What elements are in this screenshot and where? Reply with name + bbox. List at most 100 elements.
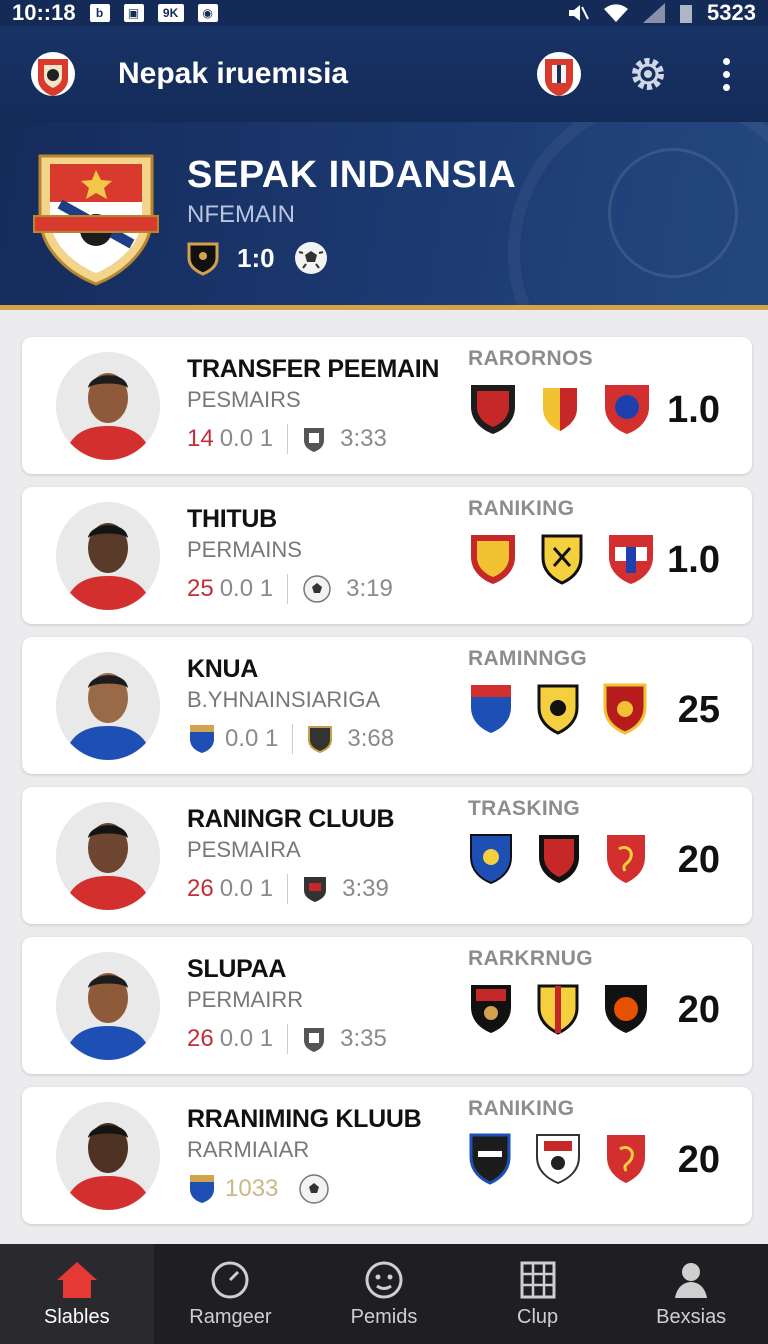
club-crest-icon: [605, 985, 647, 1033]
stat-value: 1033: [225, 1175, 279, 1202]
status-time: 10::18: [12, 0, 76, 25]
ranking-label: RANIKING: [468, 497, 575, 520]
divider: [287, 424, 289, 454]
nav-label: Pemids: [350, 1305, 418, 1328]
player-avatar: [56, 502, 160, 610]
hero-banner: SEPAK INDANSIA NFEMAIN 1:0: [0, 122, 768, 310]
soccer-ball-icon: [299, 1174, 330, 1204]
match-time: 3:35: [340, 1025, 387, 1052]
shield-badge-icon: [187, 242, 219, 276]
signal-icon: [643, 3, 666, 23]
status-bar: 10::18 b ▣ 9K ◉ 5323: [0, 0, 768, 26]
app-bar: Nepak iruemısia: [0, 26, 768, 122]
divider: [287, 1024, 289, 1054]
hero-subtitle: NFEMAIN: [187, 201, 295, 228]
ranking-label: TRASKING: [468, 797, 581, 820]
club-crest-icon: [536, 1134, 580, 1185]
player-position: RARMIAIAR: [187, 1137, 310, 1162]
stat-number: 26: [187, 1025, 214, 1052]
player-name: KNUA: [187, 655, 259, 683]
player-avatar: [56, 952, 160, 1060]
player-name: THITUB: [187, 505, 277, 533]
player-card[interactable]: THITUB PERMAINS 25 0.0 1 3:19 RANIKING 1…: [22, 487, 752, 624]
club-badge-small-icon: [190, 1175, 214, 1203]
smiley-icon: [365, 1261, 403, 1298]
nav-label: Clup: [517, 1305, 559, 1328]
app-title: Nepak iruemısia: [118, 57, 349, 90]
player-avatar: [56, 1102, 160, 1210]
battery-icon: [680, 5, 693, 23]
club-crest-icon: [537, 684, 579, 735]
divider: [287, 574, 289, 604]
player-card[interactable]: TRANSFER PEEMAIN PESMAIRS 14 0.0 1 3:33 …: [22, 337, 752, 474]
stat-number: 14: [187, 425, 214, 452]
divider: [287, 874, 289, 904]
player-position: PERMAIRR: [187, 987, 304, 1012]
stat-value: 0.0 1: [219, 425, 274, 452]
match-time: 3:33: [340, 425, 387, 452]
ranking-score: 20: [677, 989, 720, 1031]
camera-icon: ◉: [197, 4, 218, 22]
club-logo-icon[interactable]: [30, 49, 76, 99]
team-badge-icon[interactable]: [536, 49, 582, 99]
player-card[interactable]: SLUPAA PERMAIRR 26 0.0 1 3:35 RARKRNUG 2…: [22, 937, 752, 1074]
stat-number: 25: [187, 575, 214, 602]
image-icon: ▣: [123, 4, 144, 22]
ranking-list: TRANSFER PEEMAIN PESMAIRS 14 0.0 1 3:33 …: [22, 337, 752, 1237]
club-crest-icon: [469, 1133, 511, 1185]
mute-icon: [569, 5, 589, 21]
shield-small-icon: [304, 428, 325, 452]
club-crest-icon: [607, 835, 645, 883]
ranking-label: RARKRNUG: [468, 947, 593, 970]
player-card[interactable]: RANINGR CLUUB PESMAIRA 26 0.0 1 3:39 TRA…: [22, 787, 752, 924]
grid-icon: [520, 1261, 556, 1298]
divider: [292, 724, 294, 754]
shield-small-icon: [304, 1028, 325, 1052]
ranking-score: 20: [677, 839, 720, 881]
ranking-score: 1.0: [667, 539, 720, 581]
wifi-icon: [604, 4, 629, 22]
player-avatar: [56, 352, 160, 460]
status-value: 5323: [707, 0, 756, 25]
background-ball: [608, 148, 738, 278]
stat-number: 26: [187, 875, 214, 902]
soccer-ball-icon: [303, 575, 331, 603]
club-crest-icon: [541, 534, 583, 585]
nav-item-profile[interactable]: Bexsias: [614, 1244, 768, 1344]
club-crest-icon: [605, 385, 649, 434]
player-card[interactable]: RRANIMING KLUUB RARMIAIAR 1033 RANIKING …: [22, 1087, 752, 1224]
club-crest-icon: [543, 388, 577, 431]
9k-icon: 9K: [157, 4, 184, 22]
club-crest-icon: [471, 685, 511, 733]
player-name: RRANIMING KLUUB: [187, 1105, 422, 1133]
stat-value: 0.0 1: [225, 725, 279, 752]
player-name: RANINGR CLUUB: [187, 805, 395, 833]
hero-club-crest: [33, 154, 159, 286]
club-crest-icon: [539, 835, 579, 883]
player-card[interactable]: KNUA B.YHNAINSIARIGA 0.0 1 3:68 RAMINNGG…: [22, 637, 752, 774]
club-crest-icon: [537, 984, 579, 1035]
ranking-label: RAMINNGG: [468, 647, 588, 670]
match-time: 3:68: [347, 725, 395, 752]
stat-value: 0.0 1: [219, 575, 274, 602]
club-crest-icon: [603, 683, 647, 735]
nav-item-pemids[interactable]: Pemids: [307, 1244, 461, 1344]
nav-item-home[interactable]: Slables: [0, 1244, 154, 1344]
more-options-icon[interactable]: [714, 57, 738, 91]
shield-small-icon: [304, 877, 327, 902]
nav-item-range[interactable]: Ramgeer: [154, 1244, 308, 1344]
nav-item-club[interactable]: Clup: [461, 1244, 615, 1344]
ranking-label: RANIKING: [468, 1097, 575, 1120]
settings-gear-icon[interactable]: [628, 54, 668, 94]
club-crest-icon: [471, 385, 515, 434]
nav-label: Bexsias: [656, 1305, 727, 1328]
nav-label: Ramgeer: [189, 1305, 272, 1328]
b-icon: b: [89, 4, 110, 22]
match-time: 3:39: [342, 875, 389, 902]
ranking-score: 1.0: [667, 389, 720, 431]
soccer-ball-icon: [294, 242, 327, 274]
player-position: PERMAINS: [187, 537, 302, 562]
ranking-score: 25: [677, 689, 720, 731]
club-crest-icon: [609, 535, 653, 584]
player-avatar: [56, 652, 160, 760]
